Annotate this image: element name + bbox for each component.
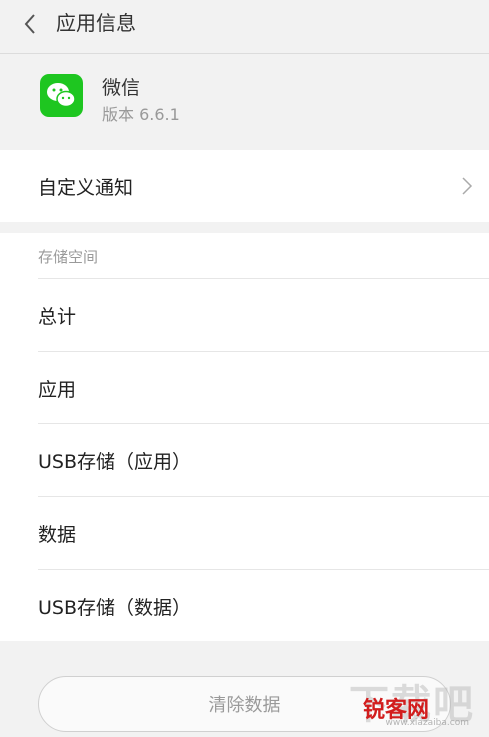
storage-row-usb-app[interactable]: USB存储（应用） xyxy=(38,423,489,496)
custom-notification-item[interactable]: 自定义通知 xyxy=(0,150,489,222)
storage-section: 存储空间 总计 应用 USB存储（应用） 数据 USB存储（数据） xyxy=(0,233,489,641)
app-info: 微信 版本 6.6.1 xyxy=(0,54,489,150)
watermark-logo: 下载吧 锐客网 www.xiazaiba.com xyxy=(345,672,475,734)
app-header: 应用信息 xyxy=(0,0,489,54)
back-button[interactable] xyxy=(14,8,46,40)
wechat-icon xyxy=(40,74,83,117)
chevron-left-icon xyxy=(24,14,35,34)
storage-row-label: USB存储（数据） xyxy=(38,597,192,619)
storage-row-label: 应用 xyxy=(38,379,77,401)
app-name: 微信 xyxy=(102,77,141,99)
app-version: 版本 6.6.1 xyxy=(102,105,180,124)
chevron-right-icon xyxy=(462,177,473,195)
storage-row-data[interactable]: 数据 xyxy=(38,496,489,569)
storage-row-usb-data[interactable]: USB存储（数据） xyxy=(38,569,489,642)
storage-row-label: 数据 xyxy=(38,524,77,546)
storage-row-label: USB存储（应用） xyxy=(38,451,192,473)
storage-row-app[interactable]: 应用 xyxy=(38,351,489,424)
page-title: 应用信息 xyxy=(56,11,136,35)
storage-row-total[interactable]: 总计 xyxy=(38,278,489,351)
storage-section-title: 存储空间 xyxy=(38,248,99,266)
storage-row-label: 总计 xyxy=(38,306,77,328)
custom-notification-label: 自定义通知 xyxy=(38,177,134,199)
watermark-url: www.xiazaiba.com xyxy=(385,718,469,728)
